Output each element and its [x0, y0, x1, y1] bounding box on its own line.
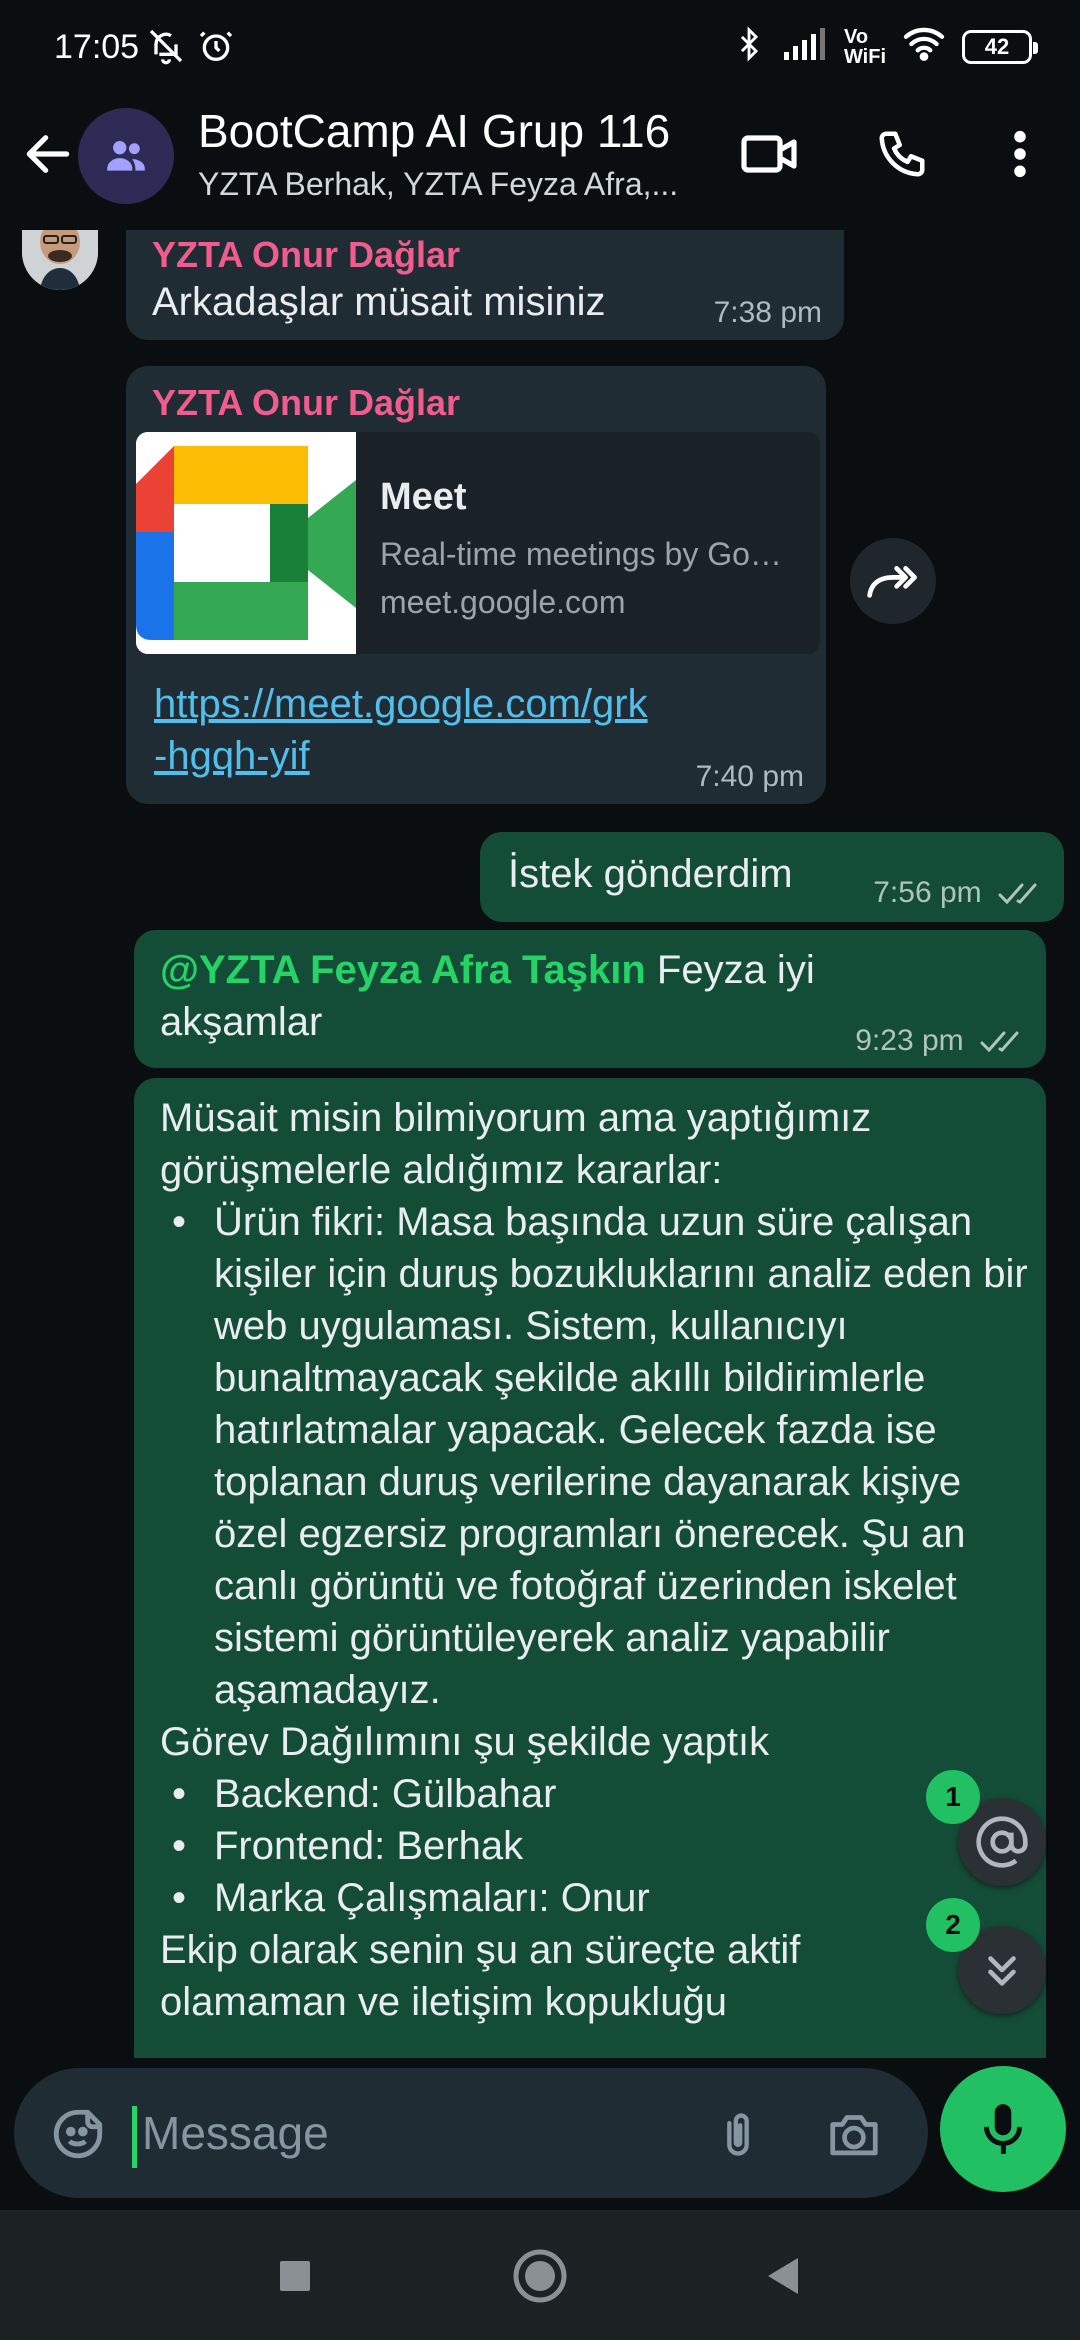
group-icon [107, 141, 145, 171]
avatar[interactable] [22, 230, 98, 290]
link-title: Meet [380, 476, 467, 518]
sender-name[interactable]: YZTA Onur Dağlar [152, 382, 460, 424]
message-composer [14, 2068, 928, 2198]
list-item: Marka Çalışmaları: Onur [160, 1872, 1040, 1924]
volte-line2: WiFi [843, 45, 886, 68]
unread-badge: 2 [926, 1898, 980, 1952]
sender-name[interactable]: YZTA Onur Dağlar [152, 234, 460, 276]
text-cursor [132, 2106, 137, 2168]
mention[interactable]: @YZTA Feyza Afra Taşkın [160, 948, 646, 992]
paperclip-icon [727, 2113, 749, 2156]
video-call-icon [741, 135, 797, 173]
volte-indicator: Vo WiFi [844, 27, 886, 67]
message-text: Müsait misin bilmiyorum ama yaptığımız g… [160, 1092, 1040, 2028]
outro-line1: Ekip olarak senin şu an süreçte aktif [160, 1928, 801, 1972]
volte-line1: Vo [843, 25, 869, 48]
sender-photo [22, 230, 98, 290]
system-nav-bar [0, 2210, 1080, 2340]
link-url-line2[interactable]: -hgqh-yif [154, 734, 310, 778]
message-bubble-incoming[interactable]: YZTA Onur Dağlar Arkadaşlar müsait misin… [126, 230, 844, 340]
nav-recents-button[interactable] [263, 2244, 327, 2308]
bell-off-icon [146, 26, 186, 71]
chat-title[interactable]: BootCamp AI Grup 116 [198, 104, 670, 158]
voice-call-button[interactable] [870, 122, 934, 186]
bluetooth-icon [732, 24, 766, 69]
tasks-heading: Görev Dağılımını şu şekilde yaptık [160, 1720, 770, 1764]
forward-icon [867, 566, 917, 598]
message-text: Arkadaşlar müsait misiniz [152, 280, 606, 324]
message-bubble-outgoing[interactable]: İstek gönderdim 7:56 pm [480, 832, 1064, 922]
message-bubble-incoming-link[interactable]: YZTA Onur Dağlar Meet Real-time meetings… [126, 366, 826, 804]
double-check-icon [980, 1031, 1019, 1053]
message-input[interactable] [142, 2100, 682, 2166]
message-time: 7:56 pm [873, 876, 982, 909]
link-url-line1[interactable]: https://meet.google.com/grk [154, 682, 648, 726]
chat-messages[interactable]: YZTA Onur Dağlar Arkadaşlar müsait misin… [0, 230, 1080, 2058]
back-arrow-icon [26, 135, 70, 173]
message-time: 7:38 pm [713, 296, 822, 329]
list-item: Backend: Gülbahar [160, 1768, 1040, 1820]
link-preview[interactable]: Meet Real-time meetings by Google... mee… [136, 432, 820, 654]
decision-list: Ürün fikri: Masa başında uzun süre çalış… [160, 1196, 1040, 1716]
status-left-icons [146, 26, 236, 71]
at-icon [976, 1816, 1028, 1868]
wifi-icon [902, 26, 946, 67]
message-status: 9:23 pm [855, 1024, 1026, 1058]
message-link[interactable]: https://meet.google.com/grk -hgqh-yif [154, 678, 754, 782]
message-status: 7:56 pm [873, 876, 1044, 910]
nav-recents-icon [280, 2261, 310, 2291]
message-bubble-outgoing[interactable]: @YZTA Feyza Afra Taşkın Feyza iyi akşaml… [134, 930, 1046, 1068]
message-bubble-outgoing-long[interactable]: Müsait misin bilmiyorum ama yaptığımız g… [134, 1078, 1046, 2058]
status-right-icons: Vo WiFi 42 [732, 24, 1038, 69]
attach-button[interactable] [702, 2098, 774, 2170]
sticker-button[interactable] [42, 2098, 114, 2170]
link-domain: meet.google.com [380, 584, 626, 620]
camera-icon [830, 2115, 878, 2156]
message-text-part: Feyza iyi [645, 948, 815, 992]
back-button[interactable] [20, 126, 76, 182]
status-time: 17:05 [54, 28, 140, 66]
status-bar: 17:05 Vo WiFi 42 [0, 0, 1080, 96]
nav-back-button[interactable] [750, 2244, 814, 2308]
intro-line1: Müsait misin bilmiyorum ama yaptığımız [160, 1096, 872, 1140]
phone-icon [879, 131, 925, 177]
nav-home-button[interactable] [508, 2244, 572, 2308]
outro-line2: olamaman ve iletişim kopukluğu [160, 1980, 727, 2024]
nav-home-icon [513, 2249, 567, 2303]
mic-icon [983, 2104, 1023, 2154]
message-time: 9:23 pm [855, 1024, 964, 1057]
list-item: Frontend: Berhak [160, 1820, 1040, 1872]
chat-header: BootCamp AI Grup 116 YZTA Berhak, YZTA F… [0, 96, 1080, 230]
video-call-button[interactable] [738, 122, 802, 186]
camera-button[interactable] [818, 2098, 890, 2170]
message-text-line2: akşamlar [160, 1000, 323, 1044]
double-check-icon [998, 883, 1037, 905]
message-time: 7:40 pm [695, 760, 804, 793]
sticker-icon [53, 2109, 103, 2159]
intro-line2: görüşmelerle aldığımız kararlar: [160, 1148, 723, 1192]
mentions-badge: 1 [926, 1770, 980, 1824]
list-item: Ürün fikri: Masa başında uzun süre çalış… [160, 1196, 1040, 1716]
more-vert-icon [1014, 130, 1026, 178]
nav-back-icon [768, 2258, 798, 2294]
group-avatar[interactable] [78, 108, 174, 204]
signal-icon [782, 26, 828, 67]
chat-subtitle[interactable]: YZTA Berhak, YZTA Feyza Afra,... [198, 166, 698, 203]
chevrons-down-icon [988, 1956, 1016, 1986]
message-text: İstek gönderdim [508, 852, 793, 896]
alarm-icon [196, 26, 236, 71]
voice-message-button[interactable] [940, 2066, 1066, 2192]
link-description: Real-time meetings by Google... [380, 536, 790, 572]
battery-indicator: 42 [962, 29, 1038, 64]
forward-button[interactable] [850, 538, 936, 624]
meet-logo [136, 432, 356, 654]
more-options-button[interactable] [988, 122, 1052, 186]
task-list: Backend: Gülbahar Frontend: Berhak Marka… [160, 1768, 1040, 1924]
